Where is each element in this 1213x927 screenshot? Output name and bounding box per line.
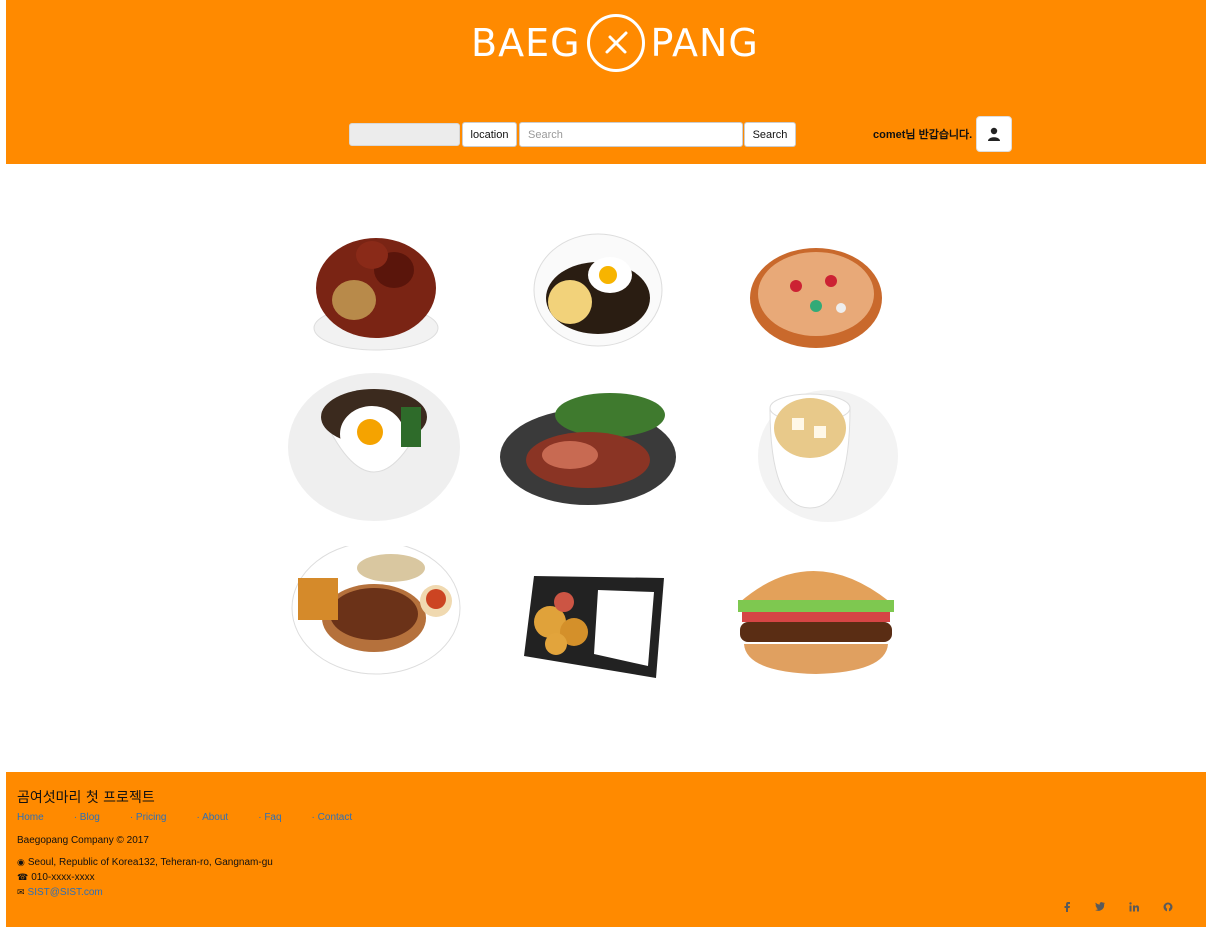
footer-address: Seoul, Republic of Korea132, Teheran-ro,…	[27, 857, 273, 868]
logo-text-left: BAEG	[471, 21, 581, 65]
food-item-pizza[interactable]	[736, 236, 912, 386]
twitter-icon[interactable]	[1095, 902, 1105, 914]
user-icon	[988, 127, 1000, 141]
logo[interactable]: BAEG PANG	[471, 8, 759, 78]
food-grid	[282, 210, 902, 690]
location-input[interactable]	[349, 123, 460, 146]
linkedin-icon[interactable]	[1129, 902, 1139, 915]
food-item-pork-cutlet[interactable]	[286, 546, 462, 696]
food-item-jajangmyeon[interactable]	[510, 220, 686, 370]
fork-knife-icon	[586, 14, 645, 72]
footer-email-line: ✉ SIST@SIST.com	[17, 887, 103, 898]
food-item-sweet-sour-chicken[interactable]	[294, 210, 470, 360]
footer-address-line: ◉ Seoul, Republic of Korea132, Teheran-r…	[17, 857, 273, 868]
food-item-hamburger[interactable]	[730, 550, 906, 700]
location-button[interactable]: location	[462, 122, 517, 147]
phone-icon: ☎	[17, 872, 29, 882]
github-icon[interactable]	[1163, 902, 1173, 915]
header: BAEG PANG location Search Search comet님 …	[6, 0, 1206, 164]
footer-phone: 010-xxxx-xxxx	[31, 872, 95, 883]
footer: 곰여섯마리 첫 프로젝트 Home Blog Pricing About Faq…	[6, 772, 1206, 927]
envelope-icon: ✉	[17, 887, 25, 897]
search-input[interactable]: Search	[519, 122, 743, 147]
search-button[interactable]: Search	[744, 122, 796, 147]
food-item-bibimbap[interactable]	[286, 372, 462, 522]
footer-link-faq[interactable]: Faq	[258, 812, 281, 823]
footer-title: 곰여섯마리 첫 프로젝트	[17, 790, 155, 806]
footer-phone-line: ☎ 010-xxxx-xxxx	[17, 872, 95, 883]
greeting-text: comet님 반갑습니다.	[873, 129, 973, 141]
logo-text-right: PANG	[650, 21, 759, 65]
footer-link-contact[interactable]: Contact	[312, 812, 352, 823]
food-item-roast-duck[interactable]	[500, 385, 676, 535]
food-item-lunch-box[interactable]	[514, 566, 690, 716]
footer-link-home[interactable]: Home	[17, 812, 44, 823]
map-marker-icon: ◉	[17, 857, 25, 867]
search-placeholder: Search	[528, 128, 563, 141]
footer-link-about[interactable]: About	[197, 812, 228, 823]
food-item-soup-cup[interactable]	[722, 378, 898, 528]
footer-links: Home Blog Pricing About Faq Contact	[17, 812, 382, 823]
footer-link-pricing[interactable]: Pricing	[130, 812, 167, 823]
footer-email[interactable]: SIST@SIST.com	[28, 887, 103, 898]
facebook-icon[interactable]	[1063, 902, 1071, 915]
user-button[interactable]	[976, 116, 1012, 152]
footer-company: Baegopang Company © 2017	[17, 835, 149, 846]
footer-link-blog[interactable]: Blog	[74, 812, 100, 823]
